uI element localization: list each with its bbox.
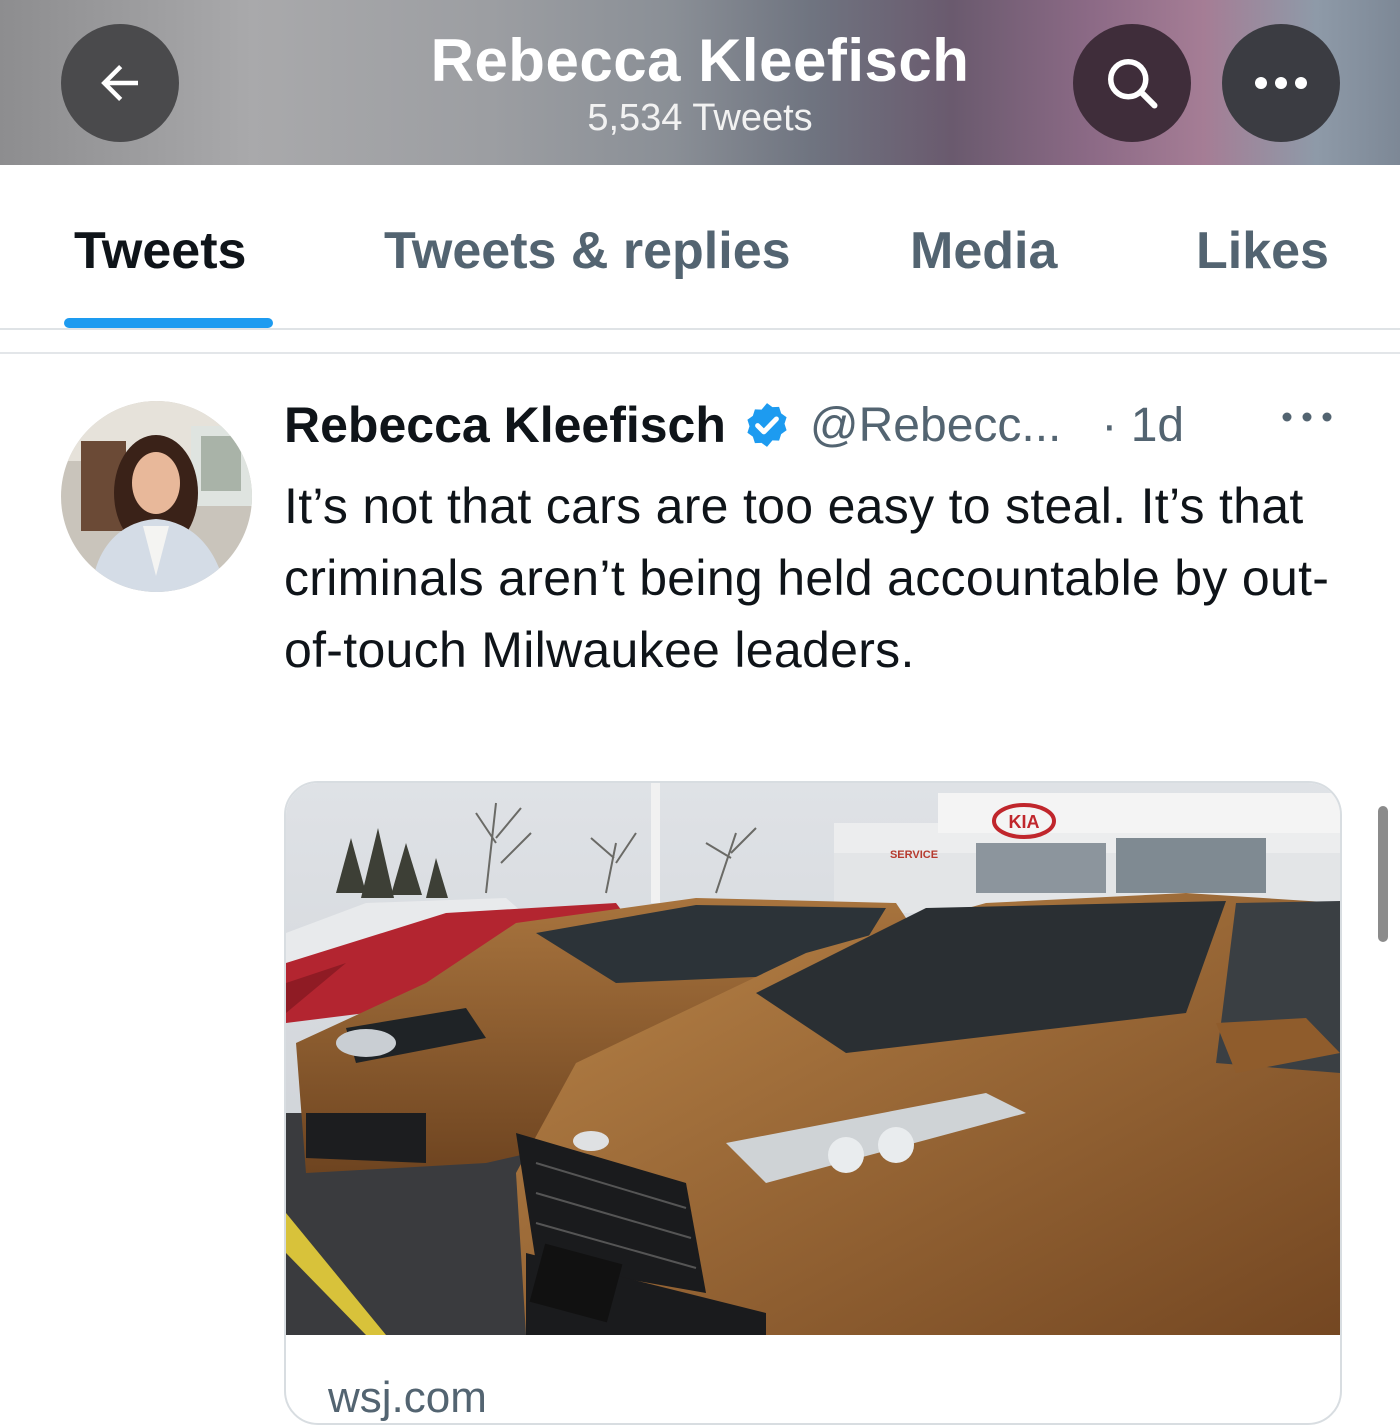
profile-header: Rebecca Kleefisch 5,534 Tweets xyxy=(0,0,1400,165)
tweet-time[interactable]: · 1d xyxy=(1101,398,1184,453)
tweet-more-icon[interactable] xyxy=(1280,409,1334,425)
avatar-photo xyxy=(61,401,252,592)
search-icon xyxy=(1108,59,1158,109)
avatar[interactable] xyxy=(61,401,252,592)
verified-badge-icon xyxy=(747,403,787,447)
tweet-handle[interactable]: @Rebecc... xyxy=(810,398,1061,453)
link-card[interactable]: KIA SERVICE wsj.com xyxy=(284,781,1342,1425)
header-title-block: Rebecca Kleefisch 5,534 Tweets xyxy=(300,28,1100,140)
back-arrow-icon xyxy=(101,65,138,101)
service-sign: SERVICE xyxy=(890,849,938,861)
kia-sign: KIA xyxy=(1009,812,1040,832)
profile-tabs: Tweets Tweets & replies Media Likes xyxy=(0,165,1400,330)
tabs-divider xyxy=(0,328,1400,330)
car-dealership-photo: KIA SERVICE xyxy=(286,783,1340,1335)
tab-tweets[interactable]: Tweets xyxy=(74,221,246,281)
tab-tweets-replies[interactable]: Tweets & replies xyxy=(384,221,791,281)
tweet-author-name[interactable]: Rebecca Kleefisch xyxy=(284,396,726,454)
search-button[interactable] xyxy=(1073,24,1191,142)
tab-likes[interactable]: Likes xyxy=(1196,221,1329,281)
more-horizontal-icon xyxy=(1255,77,1307,89)
active-tab-indicator xyxy=(64,318,273,328)
tab-media[interactable]: Media xyxy=(910,221,1057,281)
tweet-header: Rebecca Kleefisch @Rebecc... · 1d xyxy=(284,395,1344,455)
more-button[interactable] xyxy=(1222,24,1340,142)
back-button[interactable] xyxy=(61,24,179,142)
card-domain: wsj.com xyxy=(328,1373,487,1422)
feed-divider xyxy=(0,352,1400,354)
profile-name-title: Rebecca Kleefisch xyxy=(430,27,970,94)
tweet-text: It’s not that cars are too easy to steal… xyxy=(284,478,1330,678)
scrollbar[interactable] xyxy=(1378,806,1388,942)
tweet-count: 5,534 Tweets xyxy=(587,97,813,139)
